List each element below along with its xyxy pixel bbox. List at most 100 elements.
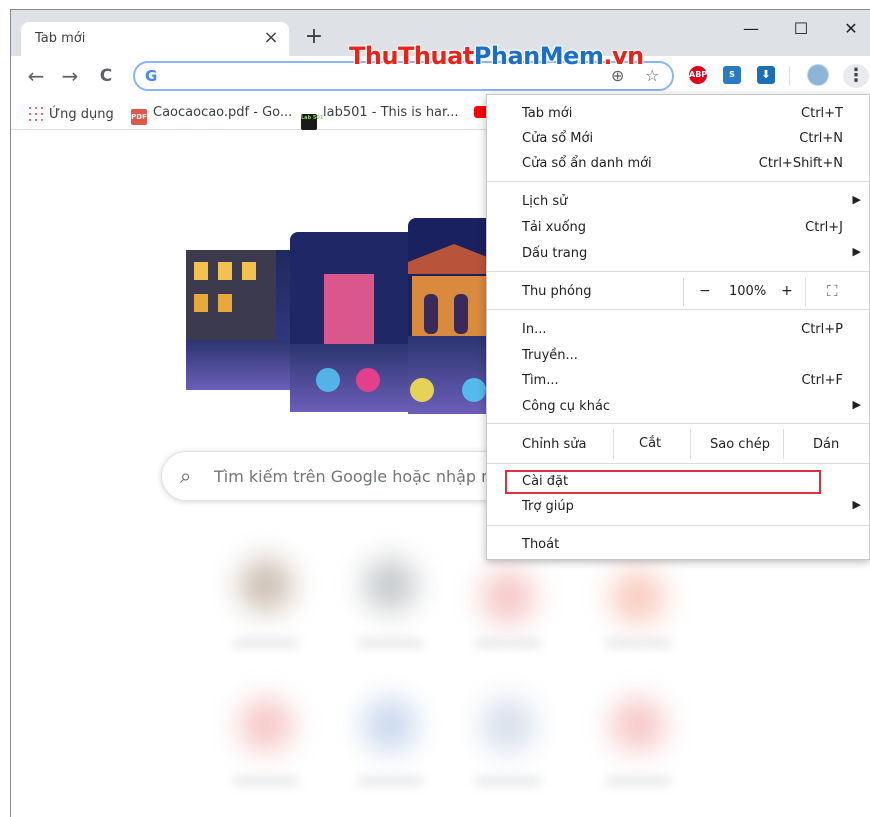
menu-item-history[interactable]: Lịch sử ▶ (487, 189, 869, 214)
search-icon: ⌕ (180, 464, 192, 488)
zoom-divider (683, 278, 684, 306)
google-doodle[interactable] (184, 214, 504, 414)
menu-label: Cửa sổ Mới (522, 131, 594, 146)
minimize-button[interactable]: — (729, 16, 773, 42)
apps-grid-icon (27, 105, 43, 121)
bookmark-apps[interactable]: Ứng dụng (27, 105, 114, 122)
bookmark-label: Caocaocao.pdf - Go... (153, 105, 293, 120)
menu-item-new-tab[interactable]: Tab mới Ctrl+T (487, 101, 869, 126)
watermark-logo: ThuThuatPhanMem.vn (349, 40, 644, 72)
shortcut-label (475, 776, 541, 786)
menu-item-find[interactable]: Tìm... Ctrl+F (487, 368, 869, 393)
menu-label: Thu phóng (522, 284, 592, 299)
watermark-part1: ThuThuat (349, 42, 474, 70)
shortcut-tile[interactable] (239, 558, 293, 612)
menu-item-exit[interactable]: Thoát (487, 532, 869, 557)
chrome-menu-icon[interactable]: ⋮ (843, 64, 869, 88)
paste-button[interactable]: Dán (813, 437, 839, 452)
menu-shortcut: Ctrl+F (801, 373, 843, 388)
fullscreen-icon[interactable]: ⛶ (827, 282, 838, 300)
submenu-arrow-icon: ▶ (852, 498, 861, 511)
shortcut-label (233, 638, 299, 648)
close-window-button[interactable]: ✕ (829, 16, 870, 42)
edit-divider (613, 429, 614, 459)
shortcut-label (475, 638, 541, 648)
menu-label: Tìm... (522, 373, 559, 388)
menu-item-bookmarks[interactable]: Dấu trang ▶ (487, 241, 869, 266)
new-tab-button[interactable]: + (301, 24, 327, 50)
menu-item-incognito[interactable]: Cửa sổ ẩn danh mới Ctrl+Shift+N (487, 151, 869, 176)
download-extension-icon[interactable]: ⬇ (757, 66, 775, 84)
menu-separator (487, 309, 869, 310)
profile-avatar-icon[interactable] (807, 64, 829, 86)
maximize-button[interactable]: ☐ (779, 16, 823, 42)
menu-separator (487, 525, 869, 526)
menu-item-zoom: Thu phóng − 100% + ⛶ (487, 278, 869, 306)
watermark-part2: PhanMem (473, 42, 604, 70)
menu-label: Truyền... (522, 348, 578, 363)
tab-close-icon[interactable]: × (261, 27, 281, 49)
menu-label: Lịch sử (522, 194, 568, 209)
menu-separator (487, 271, 869, 272)
menu-item-help[interactable]: Trợ giúp ▶ (487, 494, 869, 519)
submenu-arrow-icon: ▶ (852, 193, 861, 206)
lab501-icon: Lab 501 (301, 114, 323, 130)
zoom-value: 100% (729, 284, 767, 299)
menu-shortcut: Ctrl+Shift+N (758, 156, 843, 171)
menu-label: Công cụ khác (522, 399, 611, 414)
shortcut-tile[interactable] (363, 558, 417, 612)
submenu-arrow-icon: ▶ (852, 398, 861, 411)
shortcut-label (233, 776, 299, 786)
bookmark-caocaocao-pdf[interactable]: PDF Caocaocao.pdf - Go... (131, 105, 292, 125)
menu-label: Tab mới (522, 106, 573, 121)
menu-label: Chỉnh sửa (522, 437, 587, 452)
forward-button[interactable]: → (57, 64, 83, 88)
tab-new-tab[interactable]: Tab mới × (21, 22, 289, 56)
tab-title: Tab mới (35, 31, 86, 46)
menu-item-new-window[interactable]: Cửa sổ Mới Ctrl+N (487, 126, 869, 151)
back-button[interactable]: ← (23, 64, 49, 88)
menu-item-downloads[interactable]: Tải xuống Ctrl+J (487, 215, 869, 240)
bookmark-star-icon[interactable]: ☆ (645, 66, 659, 86)
reload-button[interactable]: C (93, 64, 119, 88)
menu-item-more-tools[interactable]: Công cụ khác ▶ (487, 394, 869, 419)
adblock-extension-icon[interactable]: ABP (689, 66, 707, 84)
toolbar-divider (789, 66, 790, 86)
shortcut-label (605, 776, 671, 786)
shortcut-tile[interactable] (481, 570, 535, 624)
menu-label: Cửa sổ ẩn danh mới (522, 156, 652, 171)
menu-item-print[interactable]: In... Ctrl+P (487, 317, 869, 342)
shortcut-label (357, 638, 423, 648)
bookmark-lab501[interactable]: Lab 501lab501 - This is har... (301, 105, 459, 130)
menu-separator (487, 423, 869, 424)
zoom-in-button[interactable]: + (781, 283, 793, 299)
menu-item-edit: Chỉnh sửa Cắt Sao chép Dán (487, 429, 869, 459)
menu-shortcut: Ctrl+T (801, 106, 843, 121)
shortcut-tile[interactable] (481, 698, 535, 752)
submenu-arrow-icon: ▶ (852, 245, 861, 258)
pdf-icon: PDF (131, 109, 147, 125)
menu-label: Trợ giúp (522, 499, 574, 514)
shortcut-label (605, 638, 671, 648)
menu-separator (487, 463, 869, 464)
menu-shortcut: Ctrl+P (801, 322, 843, 337)
shortcut-tile[interactable] (611, 698, 665, 752)
watermark-part3: .vn (603, 42, 644, 70)
menu-item-cast[interactable]: Truyền... (487, 343, 869, 368)
search-placeholder: Tìm kiếm trên Google hoặc nhập n (214, 467, 492, 486)
google-g-icon: G (145, 67, 158, 85)
settings-highlight-box (505, 470, 821, 494)
bookmark-label: Ứng dụng (49, 107, 114, 122)
s-extension-icon[interactable]: S (723, 66, 741, 84)
edit-divider (783, 429, 784, 459)
shortcut-tile[interactable] (239, 698, 293, 752)
shortcut-label (357, 776, 423, 786)
menu-label: Dấu trang (522, 246, 588, 261)
cut-button[interactable]: Cắt (639, 436, 661, 451)
shortcut-tile[interactable] (611, 570, 665, 624)
shortcut-tile[interactable] (363, 698, 417, 752)
zoom-out-button[interactable]: − (699, 283, 711, 299)
copy-button[interactable]: Sao chép (710, 437, 770, 452)
menu-shortcut: Ctrl+N (799, 131, 843, 146)
edit-divider (690, 429, 691, 459)
